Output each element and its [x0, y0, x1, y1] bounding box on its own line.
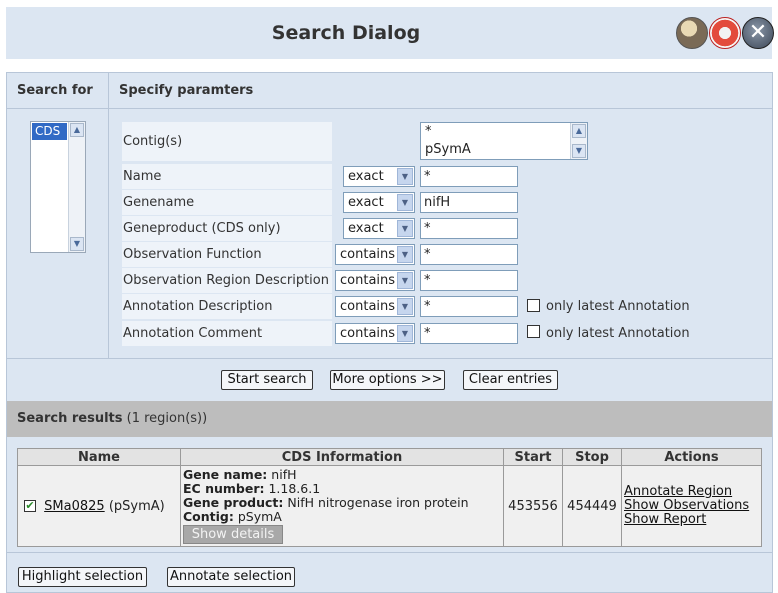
search-for-listbox[interactable]: CDS ▲ ▼ — [30, 121, 86, 253]
clear-entries-button[interactable]: Clear entries — [463, 370, 558, 390]
genename-label: Genename — [122, 190, 332, 215]
cell-name: ✔ SMa0825 (pSymA) — [17, 465, 181, 547]
annotation-comment-label: Annotation Comment — [122, 321, 332, 346]
search-results-title: Search results — [17, 411, 123, 426]
close-icon[interactable]: ✕ — [742, 17, 774, 49]
cell-stop: 454449 — [562, 465, 622, 547]
genename-match-value: exact — [348, 195, 384, 210]
name-match-select[interactable]: exact ▼ — [343, 166, 415, 187]
chevron-down-icon: ▼ — [397, 298, 413, 315]
obs-region-match-select[interactable]: contains ▼ — [335, 270, 415, 291]
contig-label: Contig(s) — [122, 122, 332, 161]
search-panel: Search for Specify paramters CDS ▲ ▼ Con… — [6, 72, 773, 593]
annotation-desc-match-select[interactable]: contains ▼ — [335, 296, 415, 317]
genename-match-select[interactable]: exact ▼ — [343, 192, 415, 213]
genename-input[interactable]: nifH — [420, 192, 518, 213]
form-divider — [7, 358, 772, 359]
name-match-value: exact — [348, 169, 384, 184]
contig-multiselect[interactable]: * pSymA ▲ ▼ — [420, 122, 588, 160]
search-results-header: Search results (1 region(s)) — [7, 401, 772, 437]
chevron-down-icon: ▼ — [397, 220, 413, 237]
parameters-heading: Specify paramters — [109, 73, 772, 109]
column-actions: Actions — [621, 448, 762, 466]
annotation-desc-input[interactable]: * — [420, 296, 518, 317]
scroll-up-icon[interactable]: ▲ — [572, 124, 586, 138]
highlight-selection-button[interactable]: Highlight selection — [18, 567, 147, 587]
replicon-label: (pSymA) — [108, 498, 165, 514]
results-divider — [7, 552, 772, 553]
gene-product-value: NifH nitrogenase iron protein — [287, 495, 469, 510]
column-name: Name — [17, 448, 181, 466]
contig-info-value: pSymA — [237, 509, 282, 524]
contig-info-label: Contig: — [183, 509, 234, 524]
annotation-comment-latest-label: only latest Annotation — [546, 326, 690, 341]
cell-actions: Annotate Region Show Observations Show R… — [621, 465, 762, 547]
annotate-region-link[interactable]: Annotate Region — [624, 484, 732, 499]
annotate-selection-button[interactable]: Annotate selection — [167, 567, 295, 587]
more-options-button[interactable]: More options >> — [330, 370, 445, 390]
contig-scrollbar[interactable]: ▲ ▼ — [570, 123, 587, 159]
scroll-up-icon[interactable]: ▲ — [70, 123, 84, 137]
results-header-row: Name CDS Information Start Stop Actions — [17, 448, 762, 466]
dialog-title: Search Dialog — [271, 22, 421, 44]
results-table: Name CDS Information Start Stop Actions … — [17, 448, 762, 547]
chevron-down-icon: ▼ — [397, 168, 413, 185]
column-start: Start — [503, 448, 563, 466]
column-cds-info: CDS Information — [180, 448, 504, 466]
cell-start: 453556 — [503, 465, 563, 547]
annotation-desc-label: Annotation Description — [122, 294, 332, 319]
chevron-down-icon: ▼ — [397, 272, 413, 289]
gene-name-label: Gene name: — [183, 467, 268, 482]
ec-number-value: 1.18.6.1 — [268, 481, 321, 496]
chevron-down-icon: ▼ — [397, 194, 413, 211]
obs-region-input[interactable]: * — [420, 270, 518, 291]
gene-product-label: Gene product: — [183, 495, 284, 510]
obs-region-label: Observation Region Description — [122, 268, 332, 293]
gene-name-value: nifH — [271, 467, 297, 482]
cell-cds-info: Gene name: nifH EC number: 1.18.6.1 Gene… — [180, 465, 504, 547]
chevron-down-icon: ▼ — [397, 325, 413, 342]
obs-function-label: Observation Function Description — [122, 242, 332, 287]
ec-number-label: EC number: — [183, 481, 265, 496]
geneproduct-match-value: exact — [348, 221, 384, 236]
show-details-button[interactable]: Show details — [183, 525, 283, 544]
column-stop: Stop — [562, 448, 622, 466]
annotation-comment-match-value: contains — [340, 326, 396, 341]
geneproduct-input[interactable]: * — [420, 218, 518, 239]
locus-link[interactable]: SMa0825 — [44, 499, 105, 514]
obs-region-match-value: contains — [340, 273, 396, 288]
scroll-down-icon[interactable]: ▼ — [572, 144, 586, 158]
name-input[interactable]: * — [420, 166, 518, 187]
search-for-heading: Search for — [7, 73, 108, 109]
listbox-option-cds[interactable]: CDS — [32, 123, 67, 140]
help-lifebuoy-icon[interactable] — [709, 17, 741, 49]
annotation-desc-match-value: contains — [340, 299, 396, 314]
obs-function-input[interactable]: * — [420, 244, 518, 265]
start-search-button[interactable]: Start search — [221, 370, 313, 390]
geneproduct-label: Geneproduct (CDS only) — [122, 216, 332, 241]
name-label: Name — [122, 164, 332, 189]
obs-function-match-select[interactable]: contains ▼ — [335, 244, 415, 265]
geneproduct-match-select[interactable]: exact ▼ — [343, 218, 415, 239]
contig-option-all[interactable]: * — [425, 124, 432, 139]
annotation-comment-match-select[interactable]: contains ▼ — [335, 323, 415, 344]
annotation-desc-latest-checkbox[interactable] — [527, 299, 540, 312]
obs-function-match-value: contains — [340, 247, 396, 262]
user-avatar-icon[interactable] — [676, 17, 708, 49]
listbox-scrollbar[interactable]: ▲ ▼ — [68, 122, 85, 252]
column-divider — [108, 73, 109, 358]
annotation-desc-latest-label: only latest Annotation — [546, 299, 690, 314]
annotation-comment-latest-checkbox[interactable] — [527, 325, 540, 338]
show-observations-link[interactable]: Show Observations — [624, 498, 749, 513]
annotation-comment-input[interactable]: * — [420, 323, 518, 344]
scroll-down-icon[interactable]: ▼ — [70, 237, 84, 251]
show-report-link[interactable]: Show Report — [624, 512, 706, 527]
search-results-count: (1 region(s)) — [126, 411, 208, 426]
row-select-checkbox[interactable]: ✔ — [24, 500, 36, 512]
contig-option-psyma[interactable]: pSymA — [425, 142, 471, 157]
chevron-down-icon: ▼ — [397, 246, 413, 263]
dialog-titlebar: Search Dialog ✕ — [6, 7, 774, 59]
table-row: ✔ SMa0825 (pSymA) Gene name: nifH EC num… — [17, 465, 762, 547]
